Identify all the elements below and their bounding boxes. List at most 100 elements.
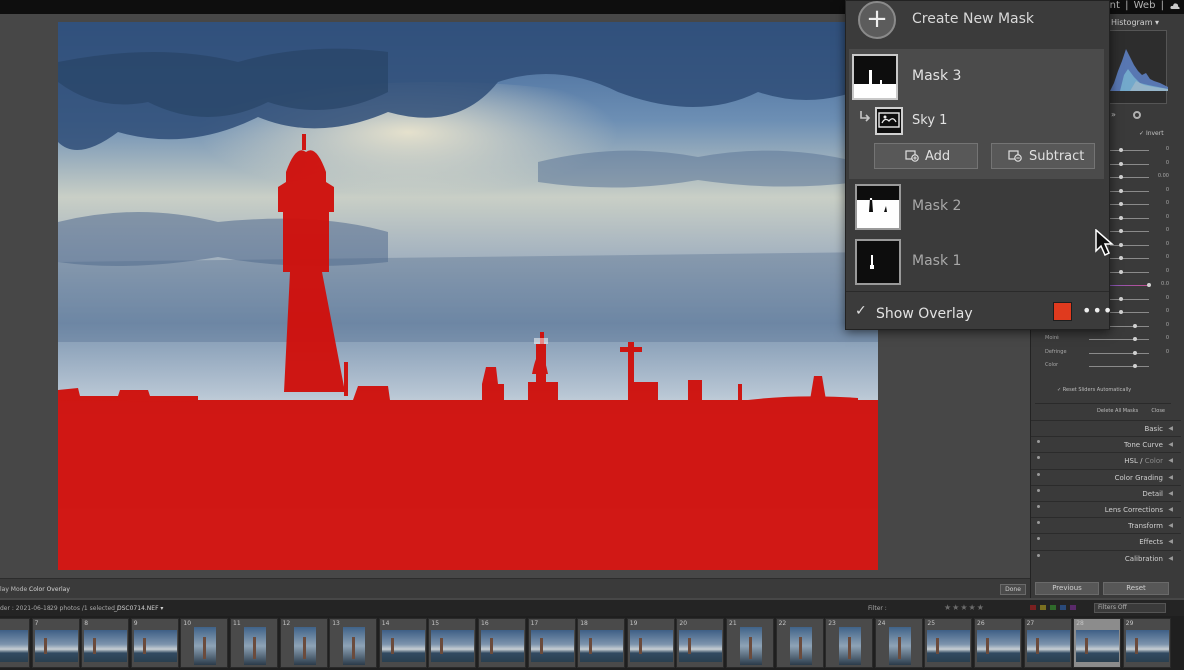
- filmstrip-thumbnail[interactable]: 12: [279, 618, 328, 668]
- mask1-name[interactable]: Mask 1: [912, 253, 961, 269]
- expand-triangle-icon[interactable]: ◀: [1168, 490, 1173, 497]
- gear-icon[interactable]: [1133, 111, 1141, 119]
- filmstrip-thumbnail[interactable]: 26: [974, 618, 1022, 668]
- slider-value[interactable]: 0: [1166, 335, 1169, 341]
- visibility-toggle-icon[interactable]: [1037, 440, 1040, 444]
- slider-value[interactable]: 0: [1166, 308, 1169, 314]
- filmstrip-thumbnail[interactable]: 29: [1122, 618, 1171, 668]
- selected-filename[interactable]: _DSC0714.NEF ▾: [114, 605, 163, 612]
- slider-knob[interactable]: [1119, 161, 1123, 166]
- create-new-mask-button[interactable]: Create New Mask: [912, 11, 1034, 27]
- slider-value[interactable]: 0: [1166, 241, 1169, 247]
- panel-section-lens-corrections[interactable]: Lens Corrections ◀: [1031, 501, 1181, 517]
- visibility-toggle-icon[interactable]: [1037, 488, 1040, 492]
- filmstrip-thumbnail[interactable]: 16: [478, 618, 526, 668]
- mask1-thumbnail[interactable]: [855, 239, 901, 285]
- filmstrip-thumbnail[interactable]: 19: [626, 618, 675, 668]
- expand-triangle-icon[interactable]: ◀: [1168, 457, 1173, 464]
- slider-value[interactable]: 0: [1166, 146, 1169, 152]
- done-button[interactable]: Done: [1000, 584, 1026, 595]
- mask3-group[interactable]: Mask 3 Sky 1 Add Subtract: [849, 49, 1104, 179]
- filmstrip-thumbnail[interactable]: 11: [230, 618, 278, 668]
- histogram-header[interactable]: Histogram ▾: [1111, 18, 1159, 27]
- slider-value[interactable]: 0: [1166, 227, 1169, 233]
- reset-button[interactable]: Reset: [1103, 582, 1169, 595]
- color-label-blue[interactable]: [1060, 605, 1066, 610]
- slider-knob[interactable]: [1119, 215, 1123, 220]
- filmstrip-thumbnail[interactable]: 21: [726, 618, 774, 668]
- sky1-thumbnail[interactable]: [875, 107, 903, 135]
- delete-all-masks-button[interactable]: Delete All Masks: [1097, 408, 1138, 414]
- visibility-toggle-icon[interactable]: [1037, 537, 1040, 541]
- overlay-color-swatch[interactable]: [1053, 302, 1072, 321]
- slider-knob[interactable]: [1119, 256, 1123, 260]
- color-label-green[interactable]: [1050, 605, 1056, 610]
- expand-triangle-icon[interactable]: ◀: [1168, 522, 1173, 529]
- slider-knob[interactable]: [1147, 283, 1151, 287]
- slider-value[interactable]: 0: [1166, 322, 1169, 328]
- mask3-thumbnail[interactable]: [852, 54, 898, 100]
- slider-value[interactable]: 0: [1166, 200, 1169, 206]
- filmstrip-thumbnail[interactable]: 14: [378, 618, 427, 668]
- panel-section-detail[interactable]: Detail ◀: [1031, 484, 1181, 501]
- color-label-purple[interactable]: [1070, 605, 1076, 610]
- slider-knob[interactable]: [1119, 229, 1123, 233]
- filmstrip-thumbnail[interactable]: 27: [1023, 618, 1072, 668]
- module-link-web[interactable]: Web: [1134, 0, 1156, 11]
- adjust-slider-row[interactable]: Color: [1045, 362, 1169, 370]
- slider-knob[interactable]: [1133, 350, 1137, 355]
- slider-knob[interactable]: [1119, 310, 1123, 314]
- add-button[interactable]: Add: [874, 143, 978, 169]
- expand-triangle-icon[interactable]: ◀: [1168, 441, 1173, 448]
- module-link-develop-partial[interactable]: nt: [1110, 0, 1120, 11]
- plus-circle-icon[interactable]: +: [858, 1, 896, 39]
- slider-value[interactable]: 0.00: [1158, 173, 1169, 179]
- panel-section-calibration[interactable]: Calibration ◀: [1031, 549, 1181, 566]
- filters-select[interactable]: Filters Off: [1094, 603, 1166, 613]
- expand-triangle-icon[interactable]: ◀: [1168, 474, 1173, 481]
- slider-knob[interactable]: [1133, 323, 1137, 328]
- invert-checkbox[interactable]: ✓ Invert: [1139, 130, 1164, 137]
- slider-knob[interactable]: [1119, 148, 1123, 152]
- filmstrip-thumbnail[interactable]: 22: [775, 618, 824, 668]
- panel-section-effects[interactable]: Effects ◀: [1031, 533, 1181, 549]
- adjust-slider-row[interactable]: Defringe 0: [1045, 349, 1169, 357]
- panel-section-color-grading[interactable]: Color Grading ◀: [1031, 468, 1181, 485]
- slider-knob[interactable]: [1133, 364, 1137, 368]
- slider-knob[interactable]: [1119, 202, 1123, 206]
- panel-section-transform[interactable]: Transform ◀: [1031, 517, 1181, 533]
- slider-knob[interactable]: [1119, 269, 1123, 274]
- photo-canvas[interactable]: [58, 22, 878, 570]
- panel-section-basic[interactable]: Basic ◀: [1031, 420, 1181, 436]
- visibility-toggle-icon[interactable]: [1037, 456, 1040, 460]
- filmstrip-thumbnail[interactable]: 13: [329, 618, 378, 668]
- cloud-icon[interactable]: [1170, 2, 1180, 10]
- visibility-toggle-icon[interactable]: [1037, 505, 1040, 508]
- panel-section-tone-curve[interactable]: Tone Curve ◀: [1031, 436, 1181, 452]
- visibility-toggle-icon[interactable]: [1037, 553, 1040, 557]
- filmstrip-thumbnail[interactable]: 28: [1073, 618, 1122, 668]
- filmstrip-thumbnail[interactable]: 23: [825, 618, 874, 668]
- show-overlay-checkbox[interactable]: ✓: [855, 303, 867, 319]
- close-masks-button[interactable]: Close: [1151, 408, 1165, 414]
- adjust-slider-row[interactable]: Moiré 0: [1045, 335, 1169, 343]
- visibility-toggle-icon[interactable]: [1037, 521, 1040, 525]
- slider-track[interactable]: [1089, 339, 1149, 340]
- expand-triangle-icon[interactable]: ◀: [1168, 555, 1173, 562]
- slider-value[interactable]: 0: [1166, 295, 1169, 301]
- mask2-thumbnail[interactable]: [855, 184, 901, 230]
- slider-value[interactable]: 0: [1166, 160, 1169, 166]
- slider-knob[interactable]: [1119, 188, 1123, 193]
- slider-value[interactable]: 0: [1166, 268, 1169, 274]
- slider-value[interactable]: 0: [1166, 187, 1169, 193]
- previous-button[interactable]: Previous: [1035, 582, 1099, 595]
- panel-section-hsl-color[interactable]: HSL / Color ◀: [1031, 452, 1181, 468]
- slider-knob[interactable]: [1119, 242, 1123, 247]
- slider-value[interactable]: 0.0: [1161, 281, 1169, 287]
- slider-track[interactable]: [1089, 366, 1149, 367]
- more-horizontal-icon[interactable]: •••: [1082, 301, 1113, 320]
- slider-track[interactable]: [1089, 352, 1149, 354]
- rating-filter-stars[interactable]: ★★★★★: [944, 603, 985, 612]
- mask2-name[interactable]: Mask 2: [912, 198, 961, 214]
- filmstrip-thumbnail[interactable]: [0, 618, 30, 668]
